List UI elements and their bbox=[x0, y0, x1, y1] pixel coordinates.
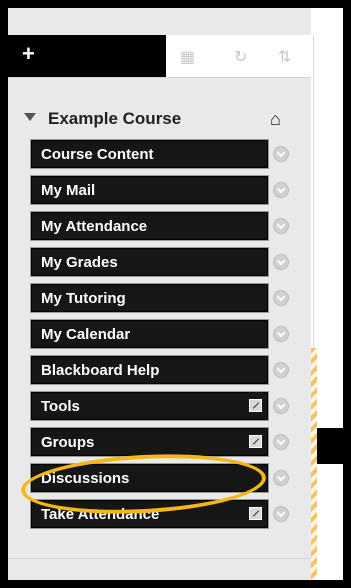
menu-item-tools[interactable]: Tools bbox=[30, 391, 269, 421]
menu-item-groups[interactable]: Groups bbox=[30, 427, 269, 457]
menu-item-label: Course Content bbox=[41, 146, 154, 163]
chevron-down-icon[interactable] bbox=[273, 218, 289, 234]
menu-item-label: Blackboard Help bbox=[41, 362, 160, 379]
app-frame: + ▦ ↻ ⇅ Example Course ⌂ Course Content … bbox=[8, 8, 343, 580]
menu-item-label: My Grades bbox=[41, 254, 118, 271]
home-icon[interactable]: ⌂ bbox=[270, 109, 281, 130]
menu-item-label: My Attendance bbox=[41, 218, 148, 235]
menu-item-my-calendar[interactable]: My Calendar bbox=[30, 319, 269, 349]
resize-stripe bbox=[311, 348, 317, 580]
chevron-down-icon[interactable] bbox=[273, 182, 289, 198]
chevron-down-icon[interactable] bbox=[273, 470, 289, 486]
menu-item-my-attendance[interactable]: My Attendance bbox=[30, 211, 269, 241]
menu-item-label: Tools bbox=[41, 398, 80, 415]
chevron-down-icon[interactable] bbox=[273, 146, 289, 162]
menu-item-my-mail[interactable]: My Mail bbox=[30, 175, 269, 205]
menu-item-label: My Tutoring bbox=[41, 290, 126, 307]
course-title[interactable]: Example Course bbox=[48, 109, 181, 129]
menu-item-my-tutoring[interactable]: My Tutoring bbox=[30, 283, 269, 313]
refresh-icon[interactable]: ↻ bbox=[234, 47, 247, 67]
chevron-down-icon[interactable] bbox=[273, 254, 289, 270]
menu-item-label: Groups bbox=[41, 434, 95, 451]
add-menu-item-button[interactable]: + bbox=[8, 35, 166, 77]
menu-item-label: My Calendar bbox=[41, 326, 131, 343]
menu-item-blackboard-help[interactable]: Blackboard Help bbox=[30, 355, 269, 385]
sidebar-toolbar: + ▦ ↻ ⇅ bbox=[8, 35, 311, 78]
chevron-down-icon[interactable] bbox=[273, 506, 289, 522]
sort-icon[interactable]: ⇅ bbox=[278, 47, 291, 67]
sidebar-divider bbox=[8, 558, 311, 559]
chevron-down-icon[interactable] bbox=[273, 398, 289, 414]
chevron-down-icon[interactable] bbox=[273, 434, 289, 450]
chevron-down-icon[interactable] bbox=[273, 290, 289, 306]
plus-icon: + bbox=[22, 41, 35, 66]
hidden-from-students-icon bbox=[249, 507, 262, 520]
menu-item-label: My Mail bbox=[41, 182, 96, 199]
chevron-down-icon[interactable] bbox=[273, 326, 289, 342]
chevron-down-icon[interactable] bbox=[273, 362, 289, 378]
caret-down-icon[interactable] bbox=[24, 113, 36, 121]
menu-item-my-grades[interactable]: My Grades bbox=[30, 247, 269, 277]
folder-icon[interactable]: ▦ bbox=[180, 47, 195, 67]
course-header[interactable]: Example Course ⌂ bbox=[8, 106, 311, 134]
hidden-from-students-icon bbox=[249, 399, 262, 412]
menu-item-course-content[interactable]: Course Content bbox=[30, 139, 269, 169]
content-header-bar bbox=[317, 428, 343, 464]
hidden-from-students-icon bbox=[249, 435, 262, 448]
